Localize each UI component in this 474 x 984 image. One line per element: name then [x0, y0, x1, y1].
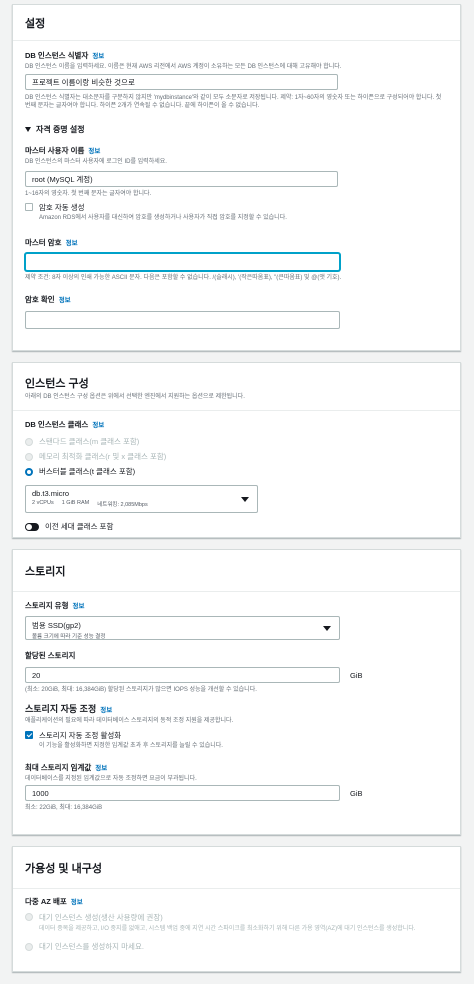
master-password-constraint: 제약 조건: 8자 이상의 인쇄 가능한 ASCII 문자. 다음은 포함할 수… [25, 274, 342, 281]
caret-down-icon [25, 127, 31, 133]
confirm-password-label: 암호 확인 [25, 294, 55, 304]
class-ram: 1 GiB RAM [61, 500, 90, 507]
class-label: DB 인스턴스 클래스 [25, 420, 89, 430]
max-storage-input[interactable]: 1000 [25, 785, 340, 802]
master-user-info-link[interactable]: 정보 [88, 148, 100, 155]
credentials-toggle[interactable]: 자격 증명 설정 [25, 124, 448, 135]
max-unit: GiB [350, 788, 363, 798]
selected-class: db.t3.micro [32, 489, 70, 499]
alloc-storage-desc: (최소: 20GiB, 최대: 16,384GiB) 할당된 스토리지가 많으면… [25, 687, 257, 693]
storage-title: 스토리지 [13, 550, 460, 592]
prev-gen-toggle[interactable] [25, 522, 39, 531]
alloc-storage-label: 할당된 스토리지 [25, 651, 76, 660]
db-id-info-link[interactable]: 정보 [92, 53, 104, 60]
create-standby-desc: 데이터 중복을 제공하고, I/O 중지를 없애고, 시스템 백업 중에 지연 … [39, 926, 416, 932]
chevron-down-icon [323, 626, 331, 631]
autoscale-check-desc: 이 기능을 활성화하면 지정한 임계값 초과 후 스토리지를 늘릴 수 있습니다… [39, 743, 223, 750]
storage-type-info-link[interactable]: 정보 [72, 603, 84, 610]
instance-class-select[interactable]: db.t3.micro 2 vCPUs 1 GiB RAM 네트워킹: 2,08… [25, 485, 258, 514]
chevron-down-icon [241, 497, 249, 503]
master-password-info-link[interactable]: 정보 [66, 240, 78, 247]
radio-standard[interactable] [25, 437, 33, 446]
multi-az-label: 다중 AZ 배포 [25, 897, 67, 906]
radio-create-standby[interactable] [25, 913, 33, 921]
option-memory-label: 메모리 최적화 클래스(r 및 x 클래스 포함) [39, 452, 167, 462]
availability-panel: 가용성 및 내구성 다중 AZ 배포 정보 대기 인스턴스 생성(생산 사용량에 … [12, 846, 461, 972]
master-password-input[interactable] [25, 252, 340, 271]
alloc-storage-input[interactable]: 20 [25, 667, 340, 683]
radio-burstable[interactable] [25, 467, 33, 476]
storage-type-label: 스토리지 유형 [25, 601, 69, 610]
autoscale-info-link[interactable]: 정보 [100, 707, 112, 714]
storage-panel: 스토리지 스토리지 유형 정보 범용 SSD(gp2) 볼륨 크기에 따라 기준 … [12, 549, 461, 835]
autoscale-checkbox[interactable] [25, 731, 33, 740]
storage-type-select[interactable]: 범용 SSD(gp2) 볼륨 크기에 따라 기준 성능 결정 [25, 616, 340, 640]
no-standby-label: 대기 인스턴스를 생성하지 마세요. [39, 942, 144, 952]
auto-password-label: 암호 자동 생성 [39, 203, 85, 213]
option-burstable-label: 버스터블 클래스(t 클래스 포함) [39, 467, 136, 477]
autoscale-desc: 애플리케이션의 필요에 따라 데이터베이스 스토리지의 동적 조정 지원을 제공… [25, 718, 234, 725]
create-standby-label: 대기 인스턴스 생성(생산 사용량에 권장) [39, 913, 163, 922]
option-standard-label: 스탠다드 클래스(m 클래스 포함) [39, 437, 140, 447]
instance-desc: 아래의 DB 인스턴스 구성 옵션은 위에서 선택한 엔진에서 지원하는 옵션으… [25, 394, 245, 400]
autoscale-title: 스토리지 자동 조정 [25, 704, 97, 715]
autoscale-check-label: 스토리지 자동 조정 활성화 [39, 731, 122, 741]
master-user-label: 마스터 사용자 이름 [25, 146, 85, 156]
master-user-input[interactable]: root (MySQL 계정) [25, 171, 338, 188]
multi-az-info-link[interactable]: 정보 [71, 899, 83, 906]
master-user-desc: DB 인스턴스의 마스터 사용자에 로그인 ID를 입력하세요. [25, 159, 167, 166]
db-id-desc: DB 인스턴스 이름을 입력하세요. 이름은 현재 AWS 리전에서 AWS 계… [25, 64, 342, 70]
class-info-link[interactable]: 정보 [92, 422, 104, 429]
max-storage-desc: 데이터베이스를 지정된 임계값으로 자동 조정하면 요금이 부과됩니다. [25, 776, 197, 783]
class-vcpu: 2 vCPUs [32, 500, 54, 507]
settings-panel: 설정 DB 인스턴스 식별자 정보 DB 인스턴스 이름을 입력하세요. 이름은 … [12, 4, 461, 351]
master-password-label: 마스터 암호 [25, 237, 62, 247]
confirm-password-info-link[interactable]: 정보 [59, 297, 71, 304]
credentials-header: 자격 증명 설정 [36, 125, 85, 135]
instance-title: 인스턴스 구성 [25, 378, 89, 390]
availability-title: 가용성 및 내구성 [13, 847, 460, 889]
master-user-constraint: 1~16자의 영숫자. 첫 번째 문자는 글자여야 합니다. [25, 191, 152, 198]
max-storage-label: 최대 스토리지 임계값 [25, 763, 92, 773]
max-storage-constraint: 최소: 22GiB, 최대: 16,384GiB [25, 805, 103, 812]
storage-type-value: 범용 SSD(gp2) [32, 621, 81, 630]
confirm-password-input[interactable] [25, 310, 340, 329]
storage-type-sub: 볼륨 크기에 따라 기준 성능 결정 [32, 634, 106, 640]
max-storage-info-link[interactable]: 정보 [95, 765, 107, 772]
auto-password-checkbox[interactable] [25, 203, 33, 212]
db-id-input[interactable]: 프로젝트 이름이랑 비슷한 것으로 [25, 74, 338, 91]
db-id-label: DB 인스턴스 식별자 [25, 51, 89, 60]
auto-password-desc: Amazon RDS에서 사용자를 대신하여 암호를 생성하거나 사용자가 직접… [39, 215, 287, 222]
prev-gen-label: 이전 세대 클래스 포함 [45, 522, 114, 532]
class-network: 네트워킹: 2,085Mbps [97, 502, 148, 509]
radio-no-standby[interactable] [25, 942, 33, 951]
alloc-unit: GiB [350, 670, 363, 680]
radio-memory[interactable] [25, 452, 33, 461]
db-id-constraint: DB 인스턴스 식별자는 대소문자를 구분하지 않지만 'mydbinstanc… [25, 95, 442, 110]
settings-title: 설정 [13, 5, 460, 41]
instance-panel: 인스턴스 구성 아래의 DB 인스턴스 구성 옵션은 위에서 선택한 엔진에서 … [12, 362, 461, 538]
